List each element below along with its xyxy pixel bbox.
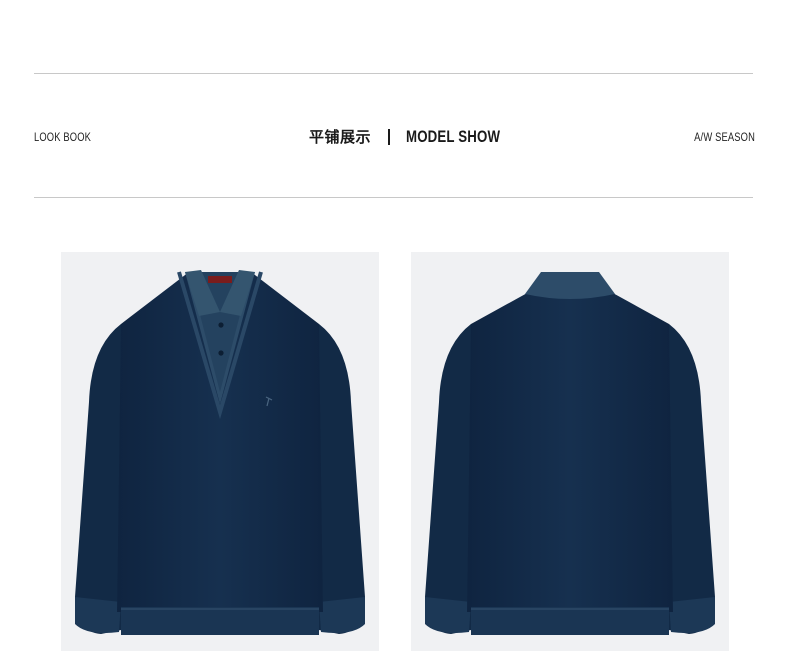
section-title: 平铺展示 MODEL SHOW <box>309 126 527 147</box>
look-book-label: LOOK BOOK <box>34 130 92 144</box>
bottom-divider <box>34 197 753 198</box>
sweater-front-illustration <box>75 270 365 635</box>
product-image-back <box>411 252 729 651</box>
title-chinese: 平铺展示 <box>309 129 372 146</box>
product-image-front <box>61 252 379 651</box>
sweater-back-illustration <box>425 272 715 635</box>
section-header: LOOK BOOK 平铺展示 MODEL SHOW A/W SEASON <box>0 124 790 152</box>
title-english: MODEL SHOW <box>406 126 501 146</box>
title-separator <box>388 128 391 145</box>
top-divider <box>34 73 753 74</box>
season-label: A/W SEASON <box>694 130 755 144</box>
